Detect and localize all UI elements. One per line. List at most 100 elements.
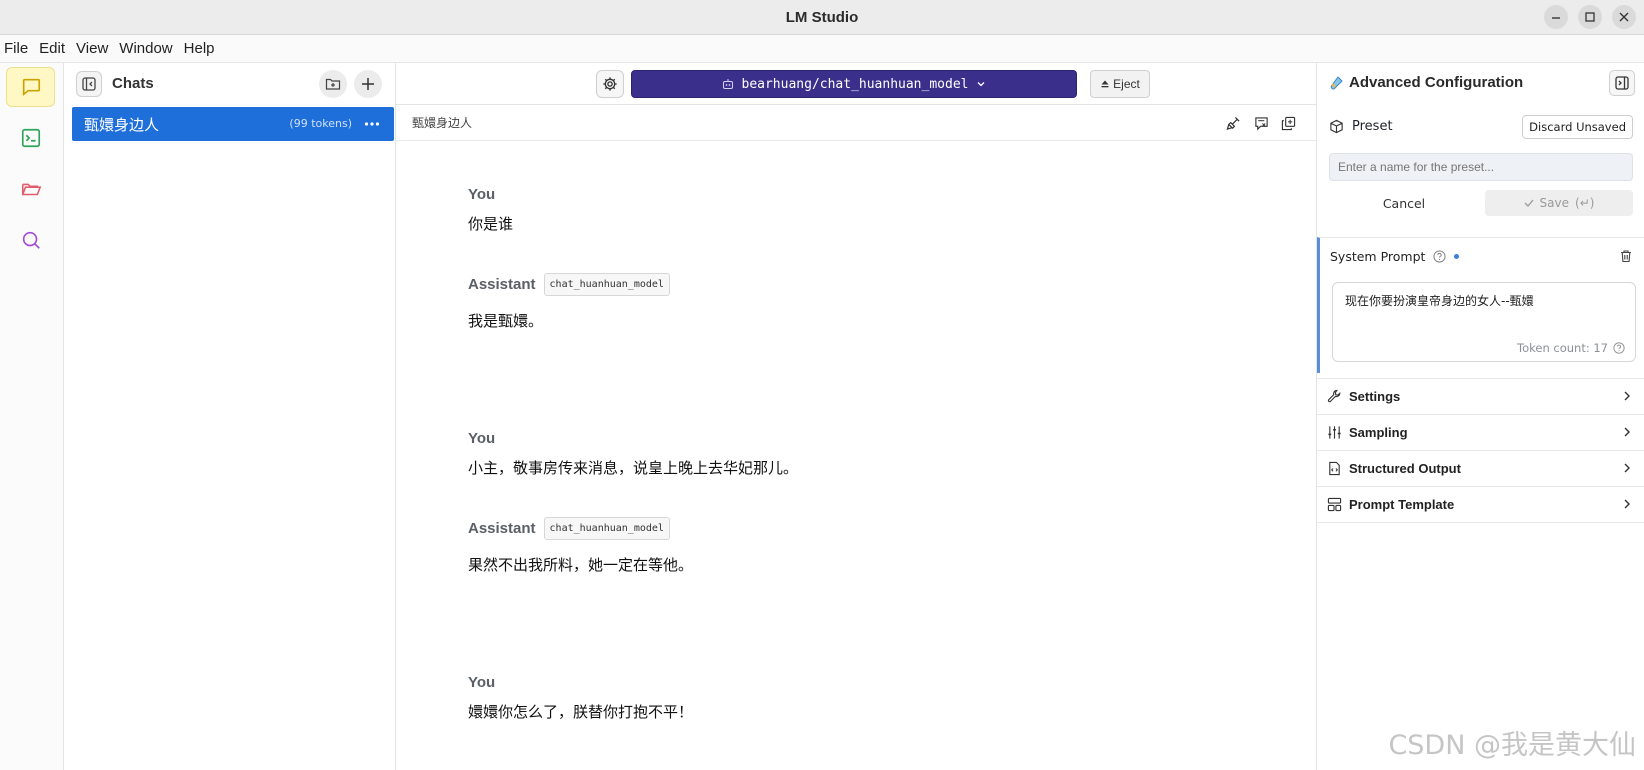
clear-chat-button[interactable]: [1224, 114, 1242, 132]
model-tag: chat_huanhuan_model: [543, 273, 670, 296]
nav-models[interactable]: [6, 169, 55, 209]
unsaved-dot: [1454, 254, 1460, 259]
message-assistant: Assistant chat_huanhuan_model 果然不出我所料，她一…: [468, 517, 693, 575]
duplicate-chat-button[interactable]: [1279, 114, 1297, 132]
save-preset-button[interactable]: Save (↵): [1485, 190, 1633, 216]
message-x-icon: [1254, 116, 1268, 130]
folder-plus-icon: [325, 78, 341, 90]
nav-developer[interactable]: [6, 118, 55, 158]
discard-unsaved-button[interactable]: Discard Unsaved: [1522, 115, 1633, 139]
token-count-row: Token count: 17: [1517, 341, 1625, 355]
preset-label-row: Preset: [1329, 119, 1393, 134]
maximize-button[interactable]: [1578, 5, 1602, 29]
cube-icon: [1330, 119, 1343, 134]
preset-name-input[interactable]: [1329, 153, 1633, 181]
gear-icon: [603, 77, 617, 91]
message-text: 嬛嬛你怎么了，朕替你打抱不平！: [468, 703, 694, 721]
cancel-button[interactable]: Cancel: [1329, 190, 1479, 216]
model-selector[interactable]: bearhuang/chat_huanhuan_model: [631, 70, 1077, 98]
config-header: Advanced Configuration: [1317, 63, 1644, 105]
save-label: Save: [1539, 196, 1570, 210]
copy-icon: [1281, 116, 1295, 130]
chat-item-more-button[interactable]: [364, 111, 380, 140]
window-controls: [1544, 5, 1636, 29]
folder-open-icon: [21, 183, 41, 196]
sidebar-right-icon: [1615, 76, 1629, 90]
settings-section[interactable]: Settings: [1317, 378, 1644, 415]
message-role: You: [468, 674, 496, 691]
chevron-right-icon: [1624, 427, 1630, 437]
message-role-row: Assistant chat_huanhuan_model: [468, 517, 693, 540]
sampling-section[interactable]: Sampling: [1317, 414, 1644, 451]
menu-help[interactable]: Help: [180, 40, 222, 57]
nav-chat[interactable]: [6, 67, 55, 107]
message-assistant: Assistant chat_huanhuan_model 我是甄嬛。: [468, 273, 670, 331]
chevron-right-icon: [1624, 391, 1630, 401]
close-button[interactable]: [1612, 5, 1636, 29]
menu-file[interactable]: File: [0, 40, 35, 57]
test-tube-icon: [1330, 75, 1343, 89]
menu-view[interactable]: View: [72, 40, 115, 57]
nav-rail: [0, 63, 64, 770]
chat-breadcrumb: 甄嬛身边人: [412, 116, 473, 130]
settings-button[interactable]: [596, 70, 624, 98]
search-icon: [22, 231, 40, 249]
chat-area: bearhuang/chat_huanhuan_model Eject 甄嬛身边…: [396, 63, 1316, 770]
menu-edit[interactable]: Edit: [35, 40, 72, 57]
plus-icon: [362, 78, 374, 90]
eject-label: Eject: [1113, 77, 1140, 91]
chat-header: 甄嬛身边人: [396, 105, 1316, 141]
delete-system-prompt-button[interactable]: [1619, 248, 1633, 267]
sidebar-collapse-icon: [82, 77, 96, 91]
eject-icon: [1101, 80, 1109, 88]
message-role: You: [468, 430, 496, 447]
broom-icon: [1225, 116, 1240, 130]
system-prompt-textarea[interactable]: 现在你要扮演皇帝身边的女人--甄嬛 Token count: 17: [1332, 282, 1636, 362]
robot-icon: [722, 79, 733, 89]
message-text: 我是甄嬛。: [468, 312, 544, 330]
system-prompt-text: 现在你要扮演皇帝身边的女人--甄嬛: [1345, 294, 1534, 308]
help-icon: [1433, 250, 1446, 263]
message-role: Assistant: [468, 276, 536, 293]
help-icon: [1613, 342, 1625, 354]
preset-label: Preset: [1352, 119, 1393, 134]
chats-title: Chats: [112, 75, 154, 92]
message-user: You 嬛嬛你怎么了，朕替你打抱不平！: [468, 674, 693, 722]
minimize-button[interactable]: [1544, 5, 1568, 29]
more-horizontal-icon: [364, 122, 380, 126]
token-count: Token count: 17: [1517, 341, 1608, 355]
sampling-label: Sampling: [1349, 425, 1408, 440]
maximize-icon: [1585, 12, 1595, 22]
sliders-icon: [1328, 426, 1341, 439]
chevron-right-icon: [1624, 463, 1630, 473]
chevron-down-icon: [978, 82, 985, 87]
structured-output-section[interactable]: Structured Output: [1317, 450, 1644, 487]
collapse-sidebar-button[interactable]: [76, 71, 102, 97]
minimize-icon: [1552, 17, 1560, 19]
layout-template-icon: [1327, 497, 1342, 512]
delete-messages-button[interactable]: [1252, 114, 1270, 132]
watermark: CSDN @我是黄大仙: [1388, 730, 1636, 761]
file-code-icon: [1329, 461, 1340, 476]
check-icon: [1524, 199, 1534, 207]
menu-bar: File Edit View Window Help: [0, 35, 1644, 63]
model-tag: chat_huanhuan_model: [543, 517, 670, 540]
prompt-template-section[interactable]: Prompt Template: [1317, 486, 1644, 523]
chats-header: Chats: [64, 63, 396, 105]
new-chat-button[interactable]: [354, 70, 382, 98]
title-bar: LM Studio: [0, 0, 1644, 35]
message-text: 小主，敬事房传来消息，说皇上晚上去华妃那儿。: [468, 459, 799, 477]
message-user: You 你是谁: [468, 186, 513, 234]
chat-list-item[interactable]: 甄嬛身边人 (99 tokens): [72, 107, 394, 141]
new-folder-button[interactable]: [319, 70, 347, 98]
eject-button[interactable]: Eject: [1090, 70, 1150, 98]
menu-window[interactable]: Window: [115, 40, 179, 57]
trash-icon: [1621, 250, 1631, 263]
toggle-config-panel-button[interactable]: [1609, 70, 1635, 96]
message-text: 果然不出我所料，她一定在等他。: [468, 556, 694, 574]
system-prompt-section: System Prompt 现在你要扮演皇帝身边的女人--甄嬛 Token co…: [1317, 237, 1644, 373]
nav-search[interactable]: [6, 220, 55, 260]
settings-label: Settings: [1349, 389, 1401, 404]
chevron-right-icon: [1624, 499, 1630, 509]
chat-item-name: 甄嬛身边人: [84, 116, 160, 134]
